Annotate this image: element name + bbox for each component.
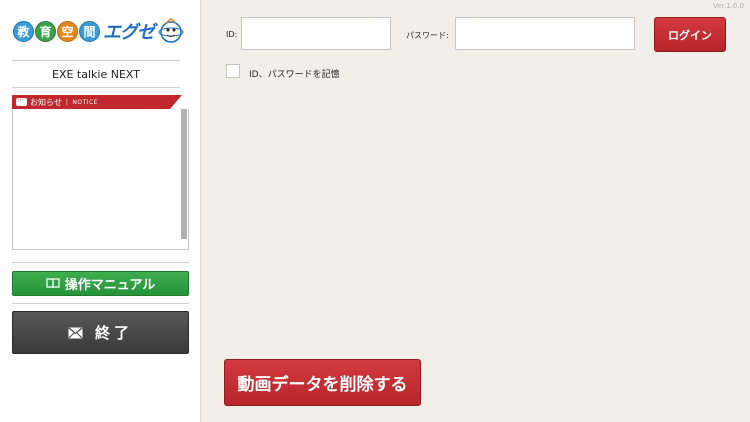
divider: [12, 303, 189, 304]
id-label: ID:: [226, 30, 238, 39]
password-input[interactable]: [455, 17, 635, 50]
mail-icon: [68, 327, 83, 338]
delete-video-data-button[interactable]: 動画データを削除する: [224, 359, 421, 406]
logo-kanji-char: 育: [35, 20, 56, 42]
notice-scrollbar[interactable]: [181, 109, 187, 239]
speech-bubble-icon: [16, 94, 27, 106]
notice-title: お知らせ: [30, 97, 62, 107]
mascot-icon: [158, 18, 184, 43]
logo: 教 育 空 間 エグゼ: [13, 16, 184, 46]
manual-button[interactable]: 操作マニュアル: [12, 271, 189, 296]
version-label: Ver.1.0.0: [713, 2, 744, 10]
book-icon: [46, 278, 60, 289]
manual-button-label: 操作マニュアル: [64, 278, 156, 293]
logo-kanji-char: 空: [57, 20, 78, 42]
notice-subtitle: NOTICE: [72, 98, 99, 106]
divider: [12, 262, 189, 263]
notice-subtitle-separator: |: [65, 98, 69, 106]
id-input[interactable]: [241, 17, 391, 50]
remember-label: ID、パスワードを記憶: [249, 70, 340, 80]
sidebar: 教 育 空 間 エグゼ EXE talkie NEXT お知らせ | NOTIC…: [0, 0, 201, 422]
logo-kanji: 教 育 空 間: [13, 20, 100, 42]
app-name: EXE talkie NEXT: [12, 60, 180, 88]
logo-katakana: エグゼ: [103, 22, 155, 43]
login-button[interactable]: ログイン: [654, 17, 726, 52]
remember-checkbox[interactable]: [226, 64, 240, 78]
notice-header: お知らせ | NOTICE: [12, 94, 182, 109]
notice-body: [12, 109, 189, 250]
exit-button-label: 終了: [94, 324, 133, 342]
password-label: パスワード:: [406, 31, 449, 40]
notice-panel: お知らせ | NOTICE: [12, 94, 189, 255]
exit-button[interactable]: 終了: [12, 311, 189, 354]
logo-kanji-char: 間: [79, 20, 100, 42]
logo-kanji-char: 教: [13, 20, 34, 42]
